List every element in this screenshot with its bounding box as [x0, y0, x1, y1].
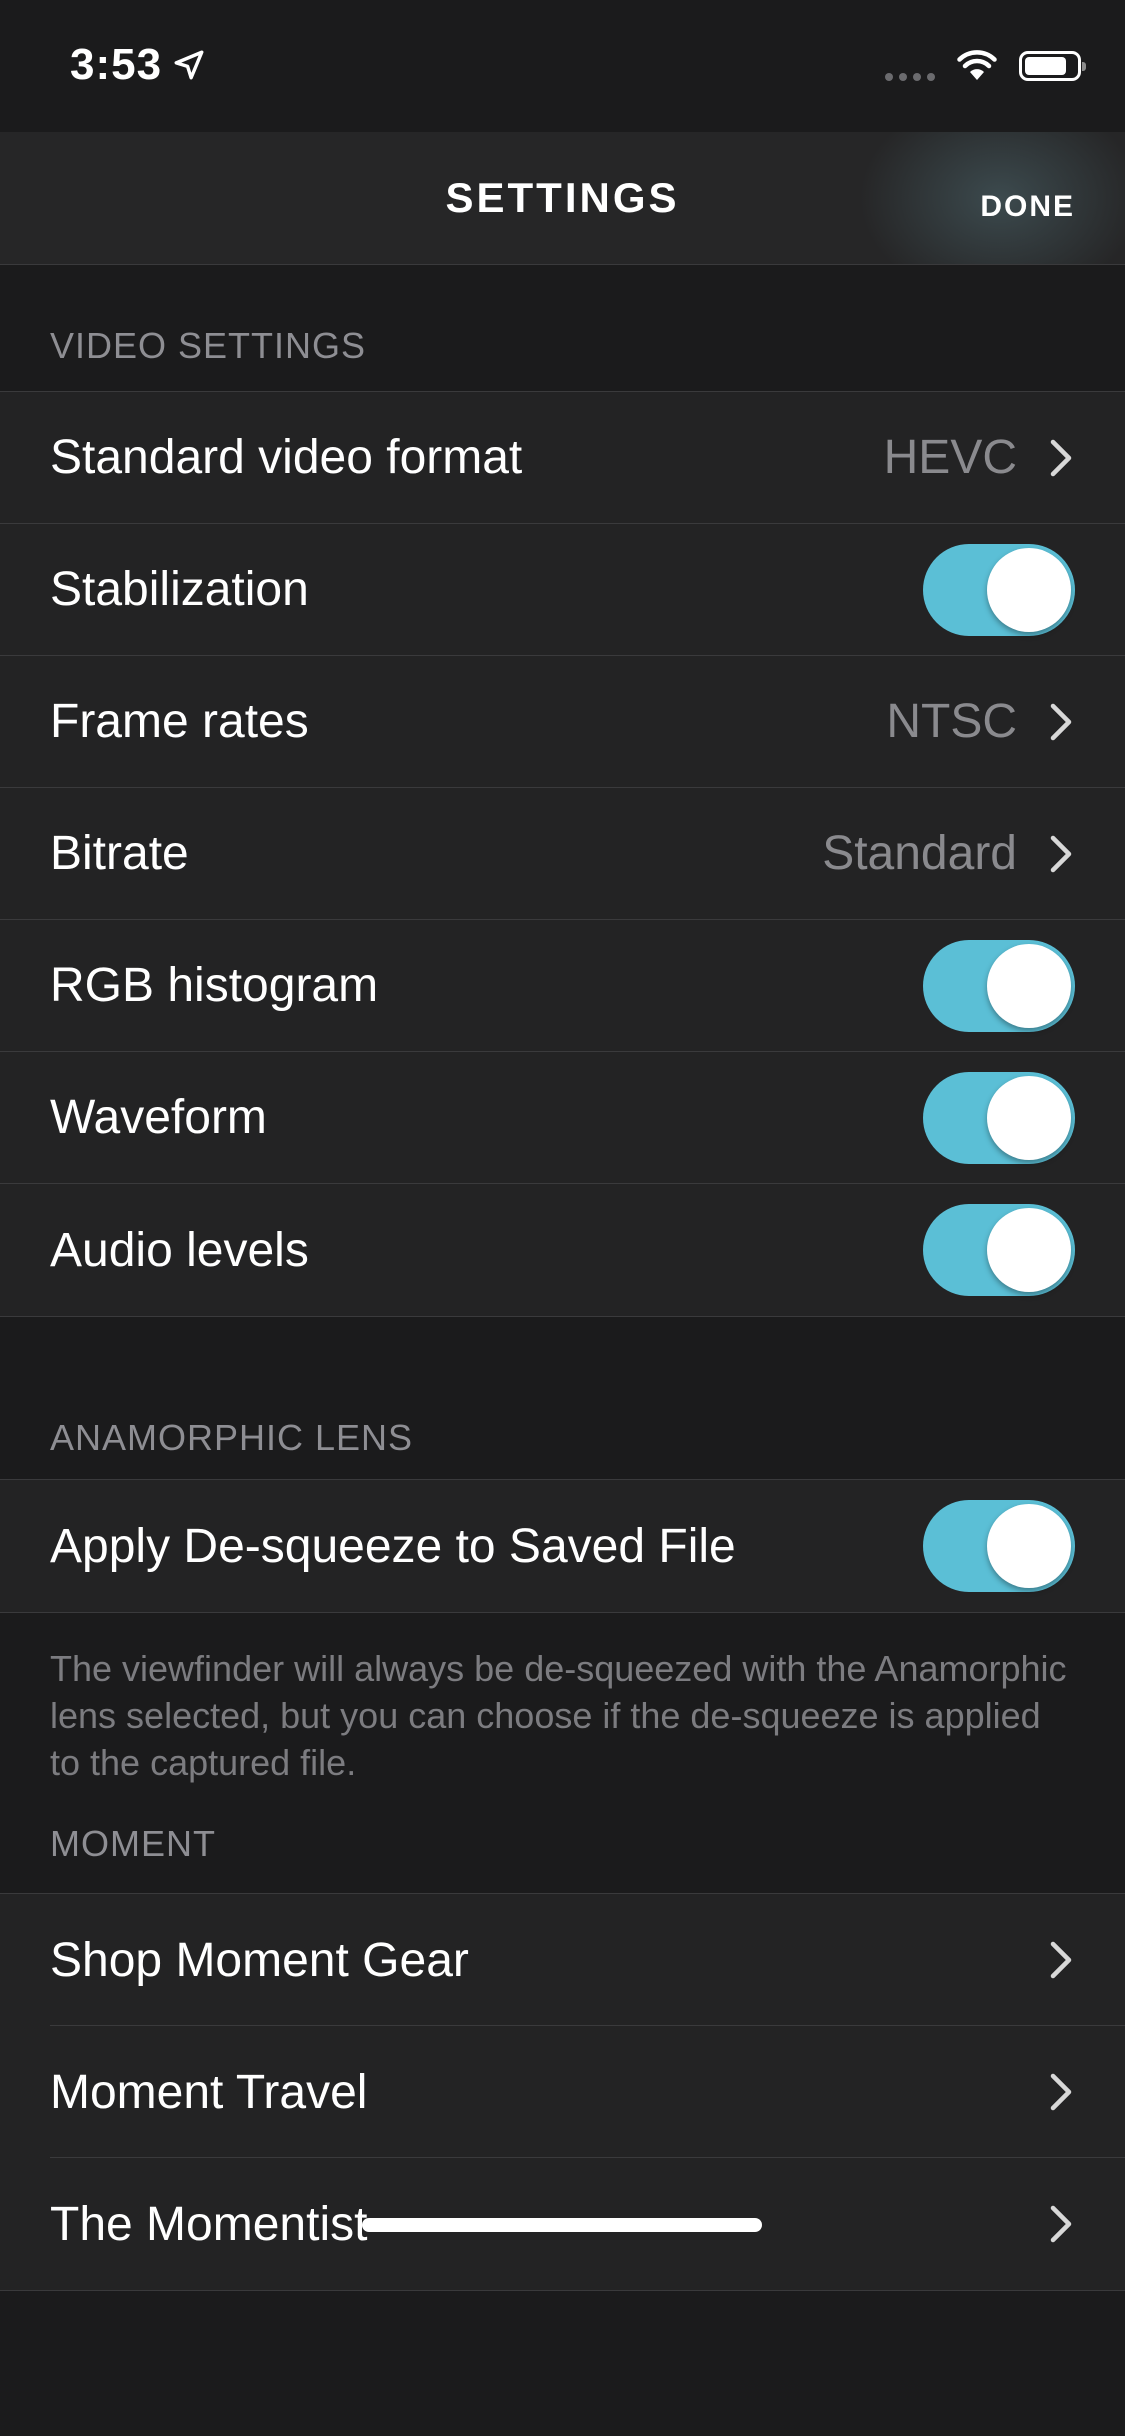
- row-label: Waveform: [50, 1091, 267, 1144]
- row-value: Standard: [822, 827, 1017, 880]
- anamorphic-lens-group: Apply De-squeeze to Saved File: [0, 1479, 1125, 1613]
- toggle-knob: [987, 1208, 1071, 1292]
- chevron-right-icon: [1050, 2205, 1072, 2243]
- chevron-right-icon: [1050, 835, 1072, 872]
- toggle-knob: [987, 547, 1071, 632]
- location-arrow-icon: [174, 50, 204, 80]
- row-label: Frame rates: [50, 695, 309, 748]
- section-header-moment: MOMENT: [50, 1823, 216, 1864]
- video-settings-group: Standard video format HEVC Stabilization…: [0, 391, 1125, 1317]
- audio-levels-toggle[interactable]: [923, 1204, 1075, 1296]
- status-time-text: 3:53: [70, 40, 163, 89]
- row-rgb-histogram[interactable]: RGB histogram: [0, 920, 1125, 1052]
- toggle-knob: [987, 1075, 1071, 1160]
- section-header-anamorphic-lens: ANAMORPHIC LENS: [50, 1417, 414, 1458]
- row-moment-travel[interactable]: Moment Travel: [0, 2026, 1125, 2158]
- battery-icon: [1019, 51, 1086, 81]
- row-label: Shop Moment Gear: [50, 1933, 469, 1987]
- status-time: 3:53: [70, 40, 206, 90]
- anamorphic-footer-note: The viewfinder will always be de-squeeze…: [50, 1648, 1067, 1783]
- cellular-signal-icon: [885, 51, 935, 81]
- row-audio-levels[interactable]: Audio levels: [0, 1184, 1125, 1316]
- row-value: NTSC: [886, 695, 1017, 748]
- stabilization-toggle[interactable]: [923, 543, 1075, 636]
- row-shop-moment-gear[interactable]: Shop Moment Gear: [0, 1894, 1125, 2026]
- waveform-toggle[interactable]: [923, 1071, 1075, 1164]
- row-bitrate[interactable]: Bitrate Standard: [0, 788, 1125, 920]
- apply-desqueeze-toggle[interactable]: [923, 1500, 1075, 1592]
- page-title: SETTINGS: [445, 174, 680, 221]
- done-button[interactable]: DONE: [980, 190, 1075, 224]
- row-standard-video-format[interactable]: Standard video format HEVC: [0, 392, 1125, 524]
- row-stabilization[interactable]: Stabilization: [0, 524, 1125, 656]
- row-apply-desqueeze[interactable]: Apply De-squeeze to Saved File: [0, 1480, 1125, 1612]
- toggle-knob: [987, 1504, 1071, 1588]
- chevron-right-icon: [1050, 439, 1072, 476]
- row-label: RGB histogram: [50, 959, 379, 1012]
- row-label: Apply De-squeeze to Saved File: [50, 1519, 736, 1573]
- chevron-right-icon: [1050, 703, 1072, 740]
- row-label: Bitrate: [50, 827, 189, 880]
- row-value: HEVC: [883, 431, 1017, 484]
- row-label: Audio levels: [50, 1223, 309, 1277]
- status-bar: 3:53: [0, 0, 1125, 132]
- section-header-video-settings: VIDEO SETTINGS: [50, 325, 367, 366]
- navigation-bar: SETTINGS DONE: [0, 132, 1125, 265]
- home-indicator[interactable]: [362, 2218, 762, 2232]
- row-label: Stabilization: [50, 563, 309, 616]
- toggle-knob: [987, 943, 1071, 1028]
- row-label: Moment Travel: [50, 2065, 368, 2119]
- settings-list[interactable]: VIDEO SETTINGS Standard video format HEV…: [0, 265, 1125, 2291]
- status-icons: [885, 50, 1086, 82]
- chevron-right-icon: [1050, 1941, 1072, 1979]
- row-frame-rates[interactable]: Frame rates NTSC: [0, 656, 1125, 788]
- row-waveform[interactable]: Waveform: [0, 1052, 1125, 1184]
- wifi-icon: [957, 50, 997, 80]
- chevron-right-icon: [1050, 2073, 1072, 2111]
- row-label: Standard video format: [50, 431, 523, 484]
- rgb-histogram-toggle[interactable]: [923, 939, 1075, 1032]
